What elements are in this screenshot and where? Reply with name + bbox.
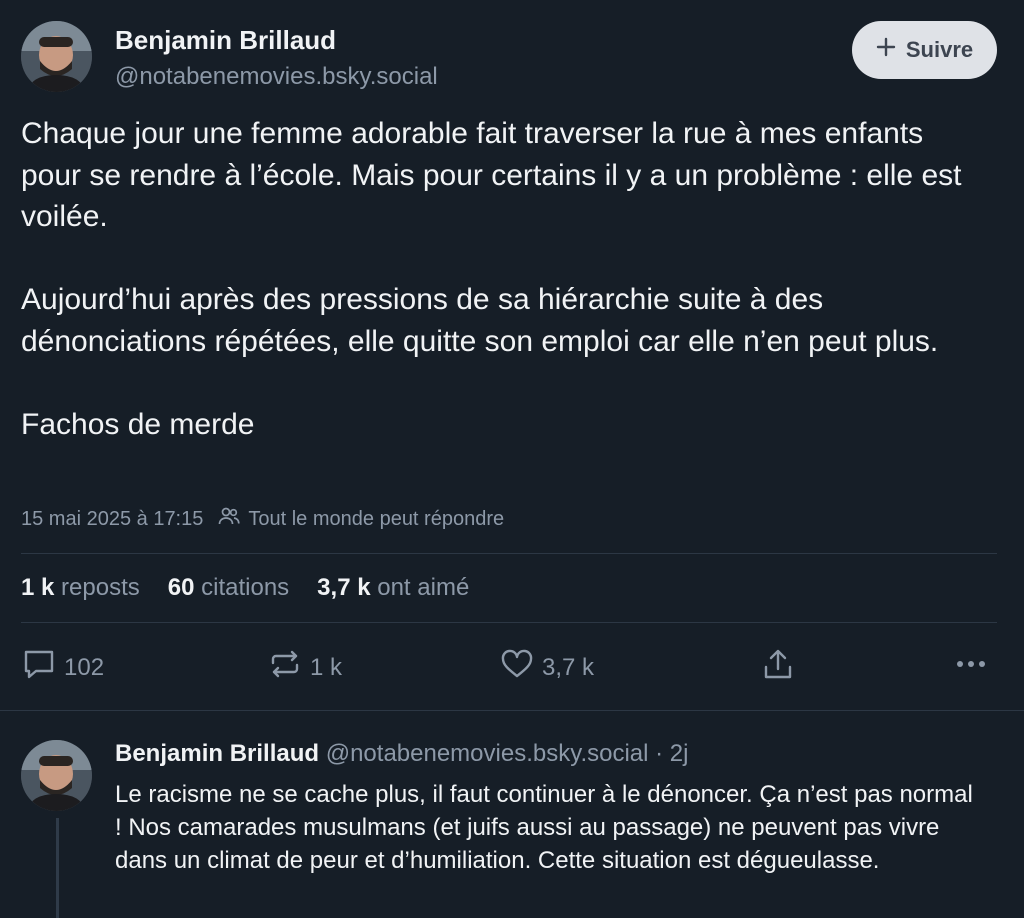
post-stats: 1 k reposts 60 citations 3,7 k ont aimé [21, 574, 469, 602]
like-count: 3,7 k [542, 653, 595, 681]
reply-setting[interactable]: Tout le monde peut répondre [218, 506, 504, 532]
post-timestamp[interactable]: 15 mai 2025 à 17:15 [21, 508, 203, 531]
reply-header: Benjamin Brillaud @notabenemovies.bsky.s… [115, 740, 688, 768]
comment-icon [22, 648, 56, 687]
reposts-label: reposts [61, 574, 140, 601]
quotes-stat[interactable]: 60 citations [168, 574, 289, 602]
post-body: Chaque jour une femme adorable fait trav… [21, 113, 991, 445]
post-paragraph: Chaque jour une femme adorable fait trav… [21, 117, 962, 233]
follow-label: Suivre [905, 37, 974, 62]
author-name[interactable]: Benjamin Brillaud [115, 25, 336, 56]
likes-stat[interactable]: 3,7 k ont aimé [317, 574, 469, 602]
quotes-count: 60 [167, 574, 195, 601]
likes-count: 3,7 k [317, 574, 371, 601]
more-button[interactable] [954, 648, 988, 687]
reply-author-handle[interactable]: @notabenemovies.bsky.social [326, 740, 649, 767]
reply-age[interactable]: · 2j [655, 740, 688, 767]
reply-count: 102 [64, 653, 105, 681]
repost-button[interactable]: 1 k [268, 648, 342, 687]
likes-label: ont aimé [377, 574, 470, 601]
repost-icon [268, 648, 302, 687]
like-button[interactable]: 3,7 k [500, 648, 594, 687]
divider [21, 553, 997, 554]
author-avatar[interactable] [21, 21, 92, 92]
post-paragraph: Aujourd’hui après des pressions de sa hi… [21, 283, 939, 358]
reply-button[interactable]: 102 [22, 648, 104, 687]
repost-count: 1 k [310, 653, 343, 681]
people-icon [218, 506, 241, 532]
reply-author-avatar[interactable] [21, 740, 92, 811]
reply-body: Le racisme ne se cache plus, il faut con… [115, 781, 973, 874]
thread-line [56, 818, 59, 918]
reply-author-name[interactable]: Benjamin Brillaud [115, 740, 319, 767]
ellipsis-icon [954, 648, 988, 687]
post-paragraph: Fachos de merde [21, 407, 255, 441]
follow-button[interactable]: Suivre [852, 21, 997, 79]
reposts-count: 1 k [21, 574, 55, 601]
quotes-label: citations [201, 574, 290, 601]
plus-icon [876, 37, 896, 63]
reply-setting-label: Tout le monde peut répondre [248, 507, 505, 530]
share-button[interactable] [761, 648, 795, 689]
reposts-stat[interactable]: 1 k reposts [21, 574, 140, 602]
author-handle[interactable]: @notabenemovies.bsky.social [115, 63, 438, 91]
post-meta: 15 mai 2025 à 17:15 Tout le monde peut r… [21, 506, 504, 532]
heart-icon [500, 648, 534, 687]
share-icon [761, 648, 795, 689]
divider [21, 622, 997, 623]
section-divider [0, 710, 1024, 711]
